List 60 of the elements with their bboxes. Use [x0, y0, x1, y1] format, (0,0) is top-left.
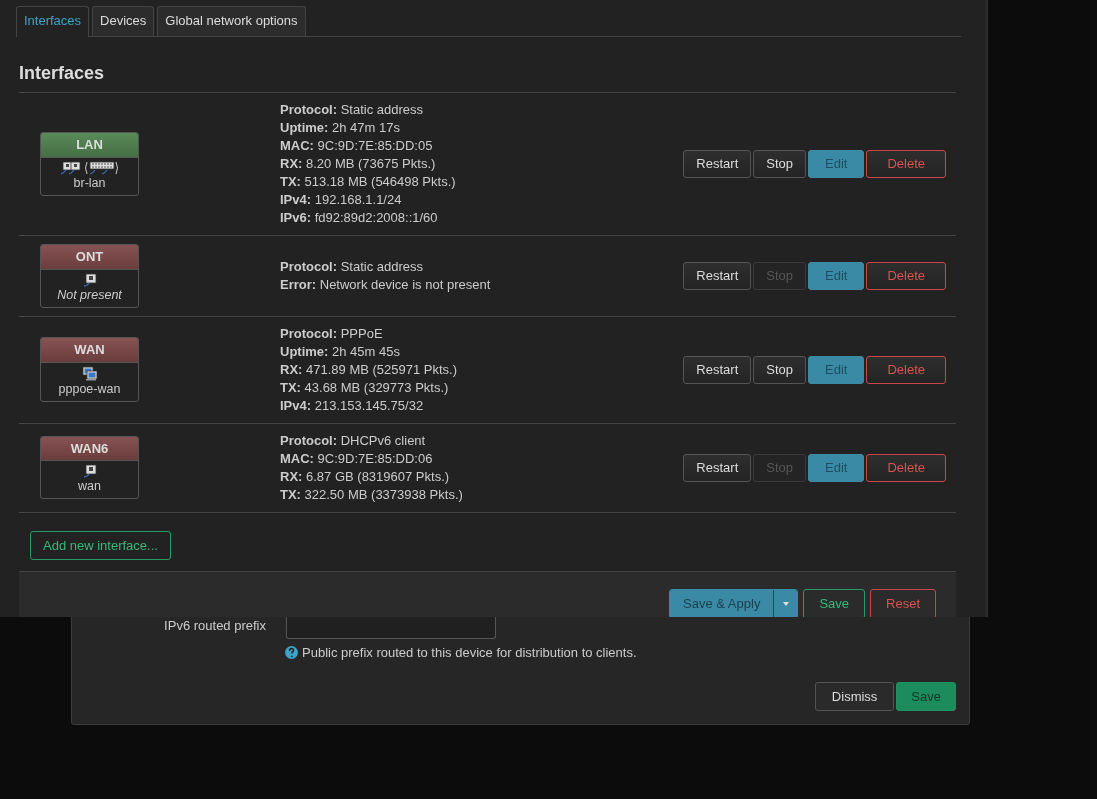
detail-line: Uptime: 2h 47m 17s [280, 119, 401, 138]
help-text: Public prefix routed to this device for distribution to clients. [302, 644, 637, 662]
tab[interactable]: Devices [92, 6, 155, 36]
detail-line: IPv4: 192.168.1.1/24 [280, 191, 403, 210]
reset-button[interactable]: Reset [870, 589, 936, 617]
action-button[interactable]: Restart [683, 453, 752, 482]
detail-line: Uptime: 2h 45m 45s [280, 342, 401, 361]
detail-line: TX: 43.68 MB (329773 Pkts.) [280, 378, 450, 397]
delete-button[interactable]: Delete [866, 150, 946, 179]
device-name: pppoe-wan [57, 380, 122, 397]
help-icon [285, 646, 298, 660]
device-name: Not present [56, 286, 123, 303]
section-heading: Interfaces [19, 36, 956, 94]
detail-line: Error: Network device is not present [280, 275, 492, 294]
action-button[interactable]: Stop [753, 150, 806, 179]
ethernet-port-icon [82, 272, 97, 287]
ethernet-port-icon [82, 464, 97, 479]
detail-line: MAC: 9C:9D:7E:85:DD:05 [280, 137, 434, 156]
detail-line: TX: 513.18 MB (546498 Pkts.) [280, 173, 457, 192]
detail-line: Protocol: PPPoE [280, 324, 384, 343]
device-name: wan [77, 478, 102, 495]
save-apply-button[interactable]: Save & Apply [670, 590, 774, 617]
detail-line: RX: 8.20 MB (73675 Pkts.) [280, 155, 437, 174]
detail-line: Protocol: Static address [280, 101, 425, 120]
detail-line: IPv6: fd92:89d2:2008::1/60 [280, 209, 439, 228]
save-button[interactable]: Save [896, 681, 956, 711]
delete-button[interactable]: Delete [866, 453, 946, 482]
interface-name: ONT [41, 245, 138, 270]
interface-name: WAN6 [41, 436, 138, 462]
caret-icon [782, 601, 789, 606]
action-button[interactable]: Restart [683, 261, 752, 290]
edit-button[interactable]: Edit [808, 150, 865, 179]
interface-name: LAN [41, 133, 138, 158]
dismiss-button[interactable]: Dismiss [814, 681, 895, 711]
edit-button[interactable]: Edit [808, 261, 865, 290]
detail-line: Protocol: Static address [280, 257, 425, 276]
action-button[interactable]: Restart [683, 150, 752, 179]
prefix-input[interactable] [286, 617, 496, 639]
detail-line: IPv4: 213.153.145.75/32 [280, 396, 425, 415]
save-button[interactable]: Save [803, 589, 866, 617]
detail-line: Protocol: DHCPv6 client [280, 431, 427, 450]
detail-line: RX: 471.89 MB (525971 Pkts.) [280, 360, 459, 379]
detail-line: MAC: 9C:9D:7E:85:DD:06 [280, 449, 434, 468]
edit-button[interactable]: Edit [808, 355, 865, 384]
device-name: br-lan [72, 174, 107, 191]
tab[interactable]: Global network options [157, 6, 306, 36]
edit-button[interactable]: Edit [808, 453, 865, 482]
delete-button[interactable]: Delete [866, 261, 946, 290]
action-button[interactable]: Stop [753, 355, 806, 384]
detail-line: RX: 6.87 GB (8319607 Pkts.) [280, 467, 451, 486]
bridge-icon [60, 160, 119, 175]
dropdown-toggle-button[interactable] [773, 590, 798, 617]
field-label: IPv6 routed prefix [163, 617, 266, 634]
interface-name: WAN [41, 338, 138, 363]
detail-line: TX: 322.50 MB (3373938 Pkts.) [280, 485, 464, 504]
tab[interactable]: Interfaces [16, 6, 90, 37]
computers-icon [81, 365, 98, 381]
add-interface-button[interactable]: Add new interface... [30, 530, 171, 561]
action-button[interactable]: Restart [683, 355, 752, 384]
delete-button[interactable]: Delete [866, 355, 946, 384]
